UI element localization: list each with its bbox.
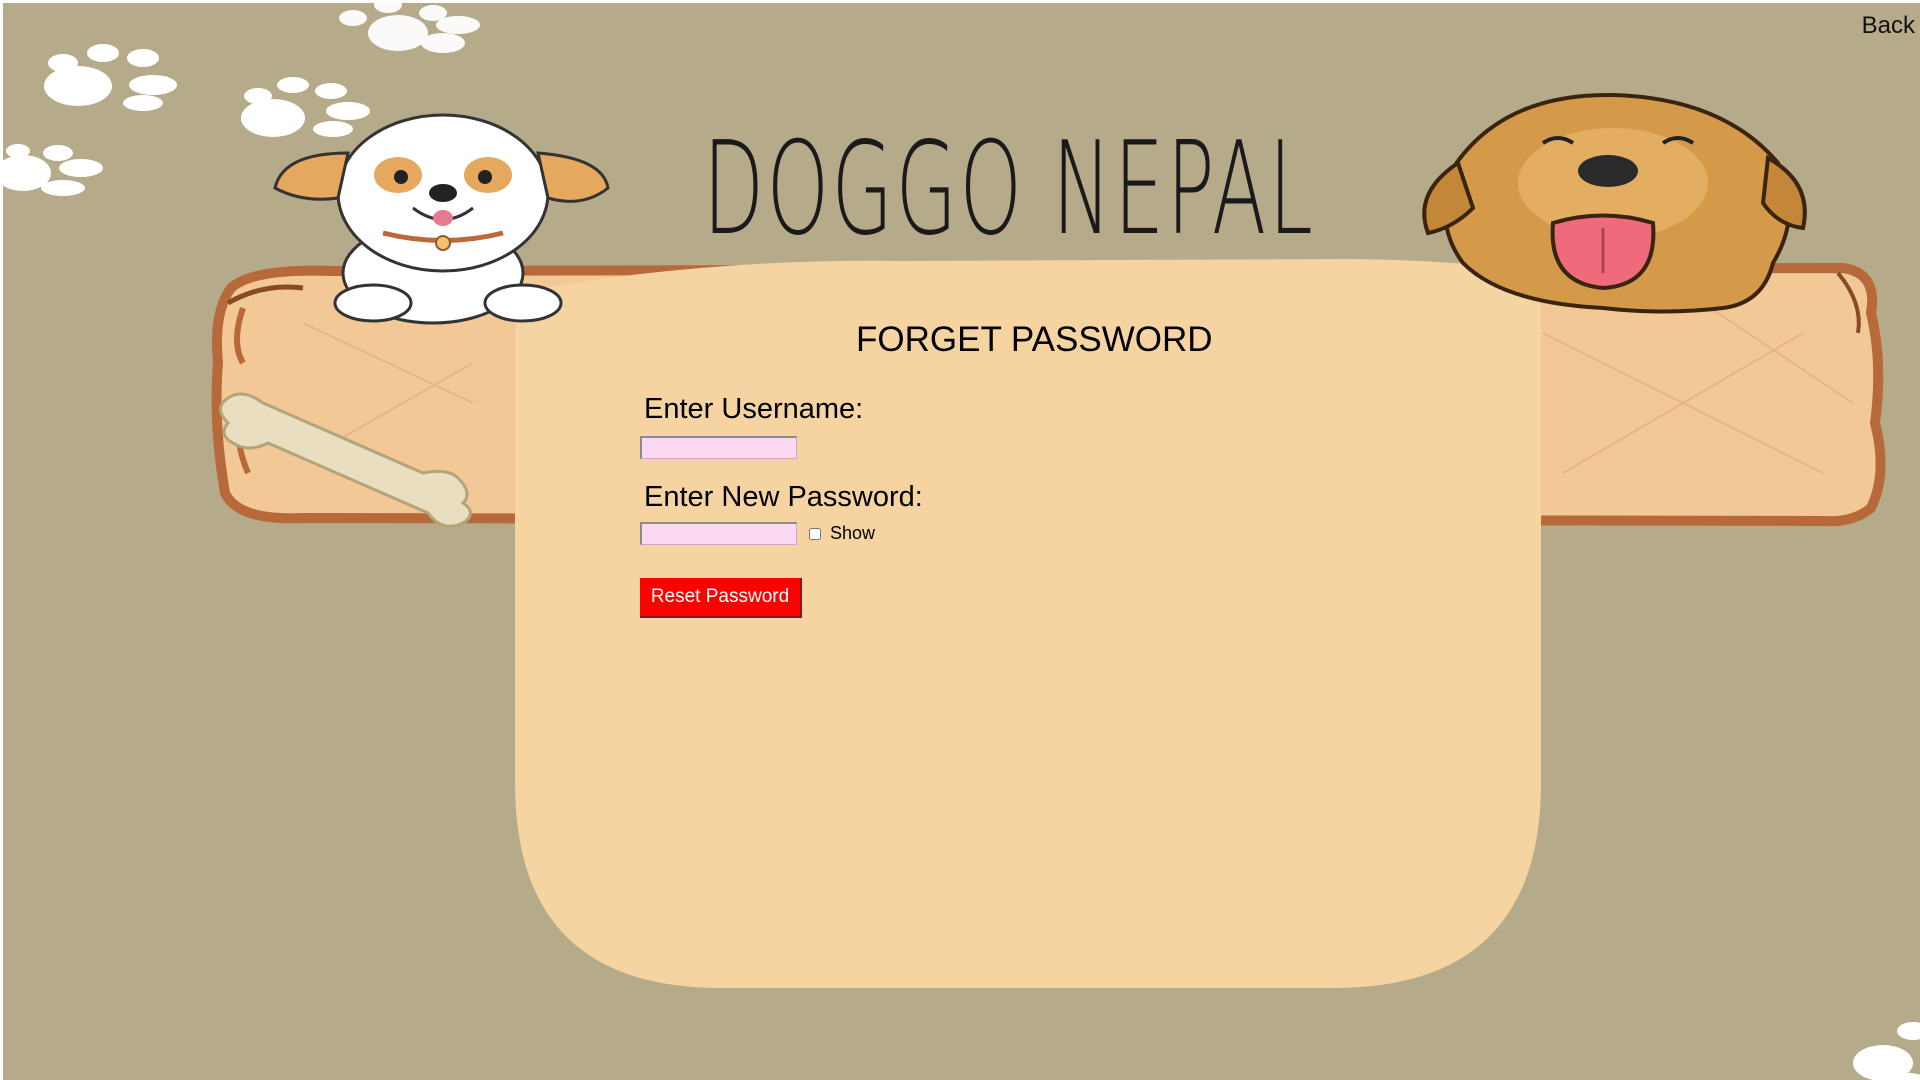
form-title: FORGET PASSWORD xyxy=(856,320,1213,359)
paw-print-icon xyxy=(3,144,103,196)
page: Back DOGGO NEPAL FORGET PASSWORD Enter U… xyxy=(0,0,1920,1080)
brand-title: DOGGO NEPAL xyxy=(703,115,1316,264)
back-link[interactable]: Back xyxy=(1862,12,1915,40)
new-password-label: Enter New Password: xyxy=(644,481,923,513)
form-card xyxy=(515,259,1541,988)
paw-print-icon xyxy=(44,44,177,111)
show-password-label: Show xyxy=(830,523,876,543)
reset-password-button[interactable]: Reset Password xyxy=(640,578,802,618)
paw-print-icon xyxy=(339,3,480,53)
paw-print-icon xyxy=(241,77,370,137)
new-password-input[interactable] xyxy=(640,522,797,545)
username-input[interactable] xyxy=(640,436,797,459)
show-password-toggle[interactable]: Show xyxy=(809,523,875,544)
paw-print-icon xyxy=(1853,1022,1920,1080)
show-password-checkbox[interactable] xyxy=(809,527,821,540)
golden-retriever-icon xyxy=(1422,92,1807,314)
username-label: Enter Username: xyxy=(644,393,864,425)
